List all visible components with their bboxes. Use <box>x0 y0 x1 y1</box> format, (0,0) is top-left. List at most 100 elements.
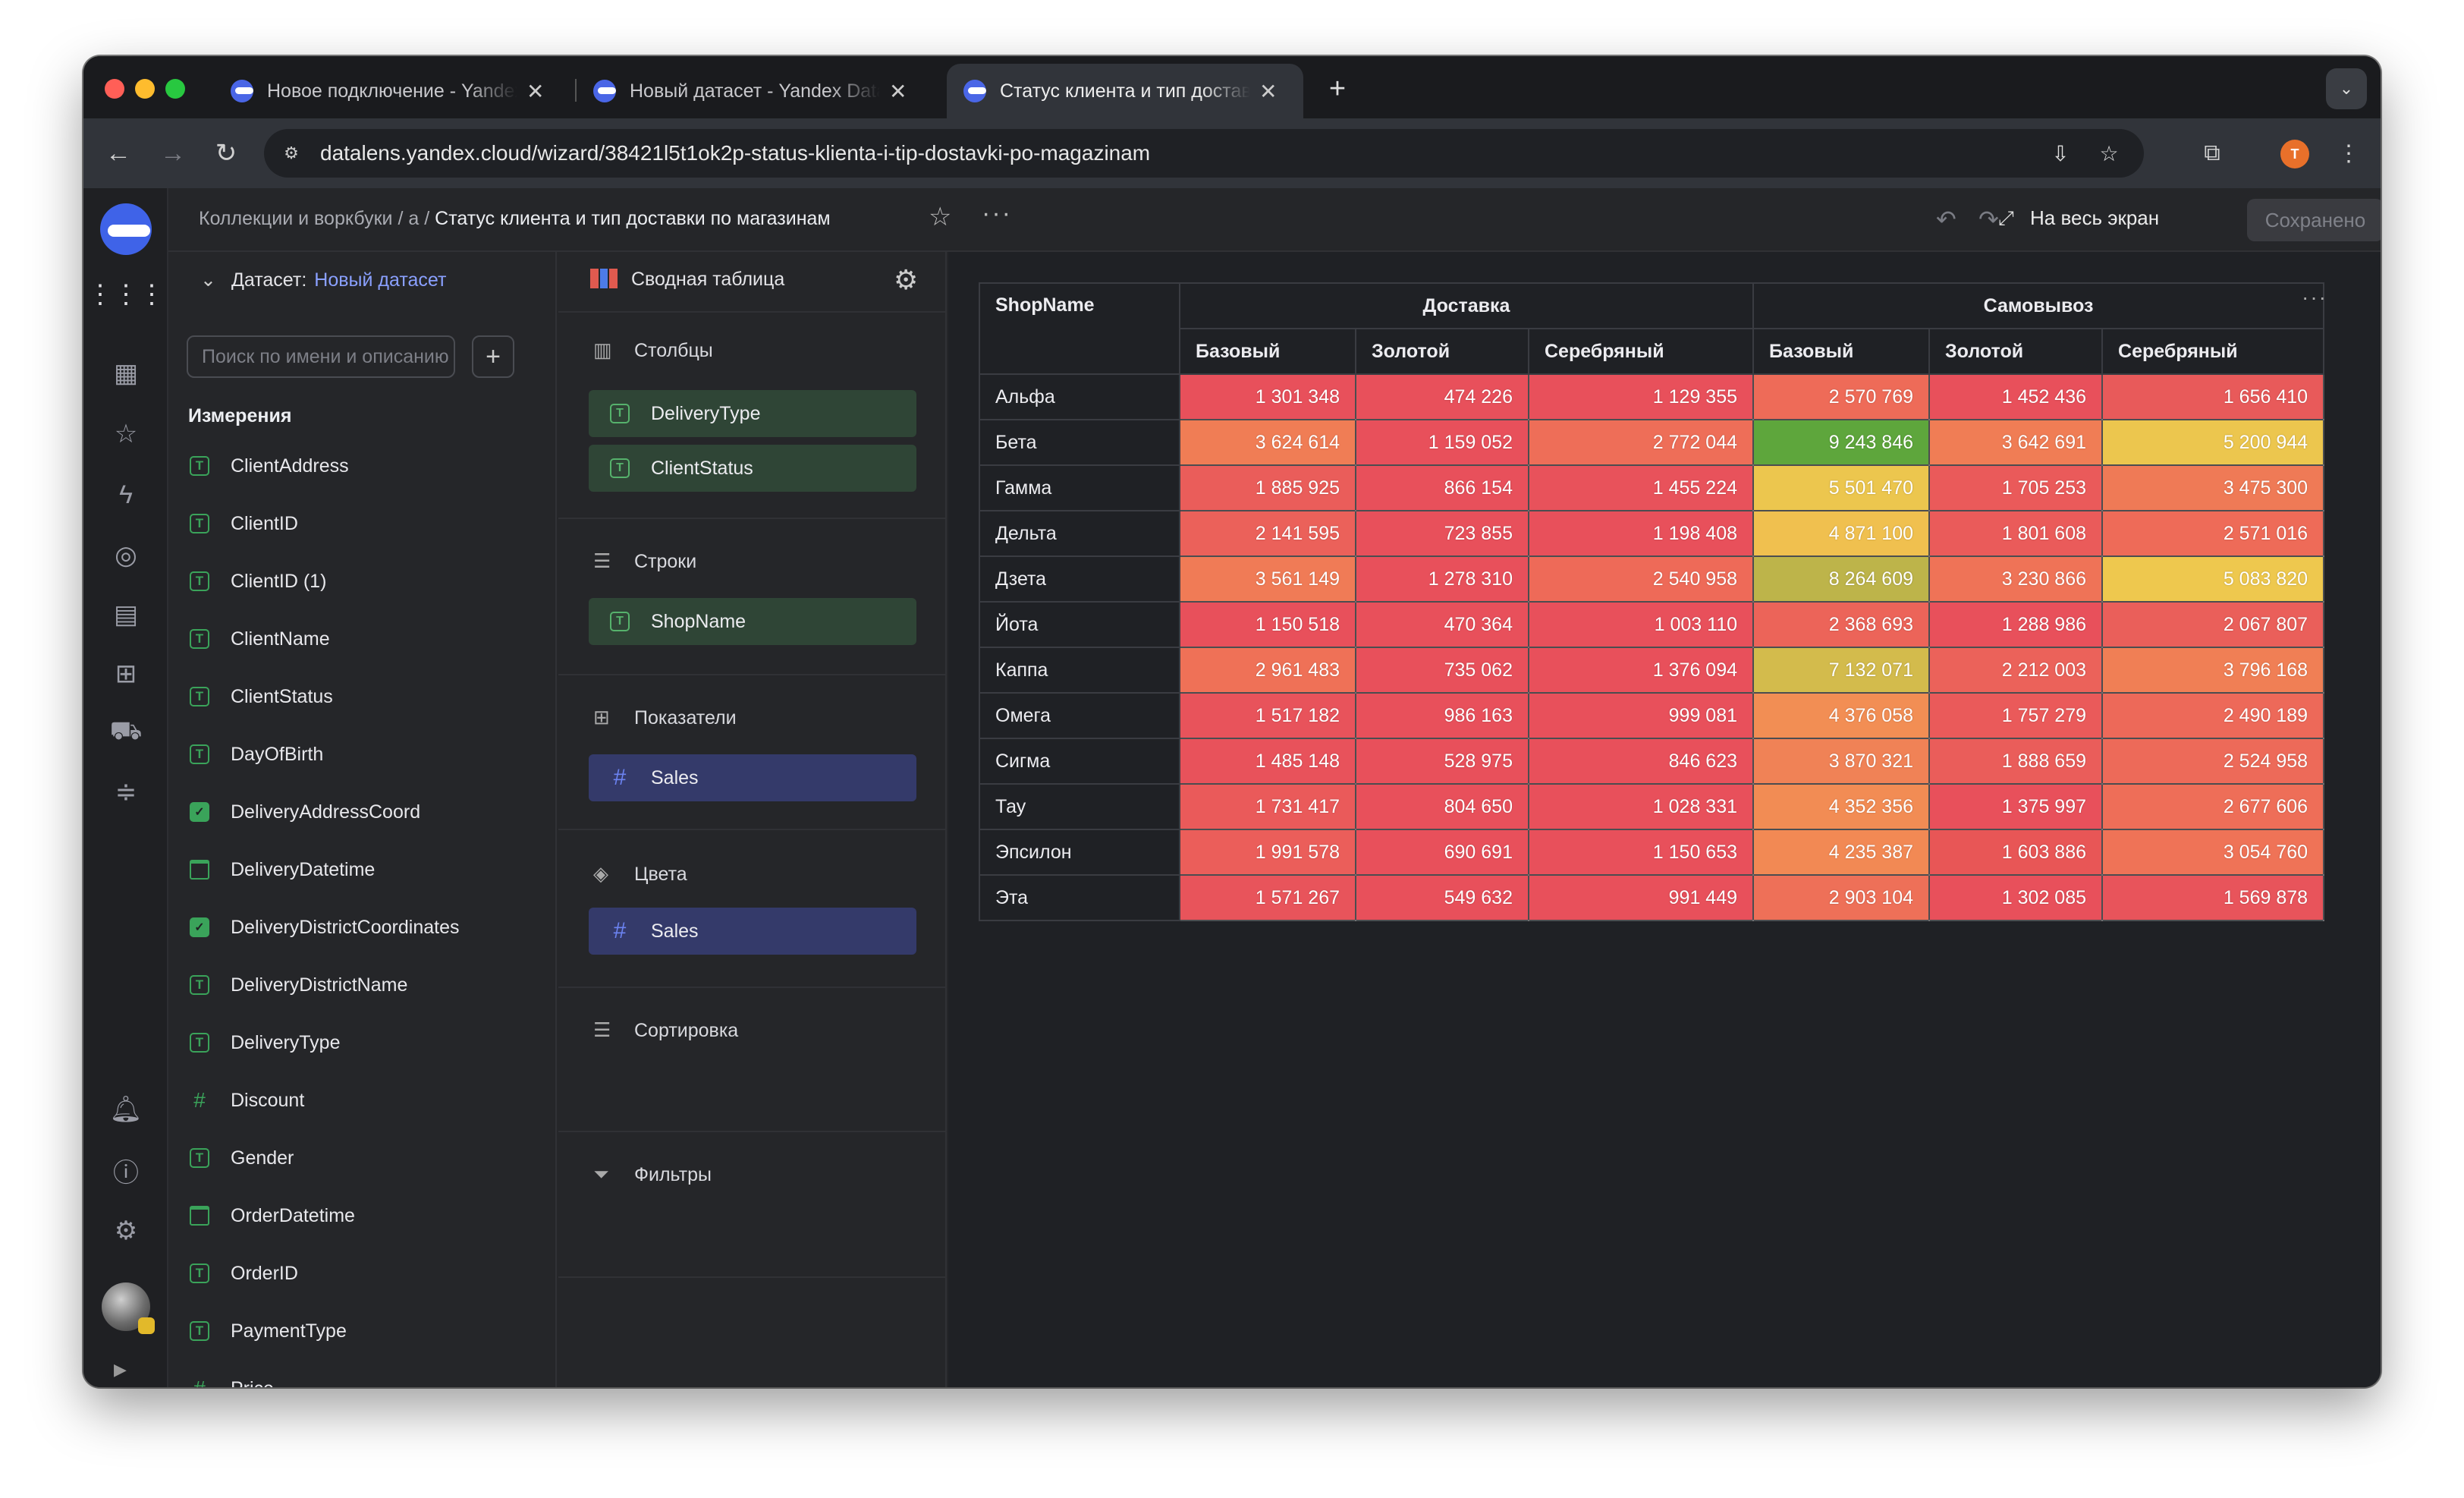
close-tab-icon[interactable]: ✕ <box>526 79 544 104</box>
datalens-logo-icon[interactable] <box>100 203 152 255</box>
color-field-pill[interactable]: # Sales <box>589 908 916 955</box>
subcolumn-header[interactable]: Базовый <box>1752 328 1931 375</box>
extensions-icon[interactable]: ⧉ <box>2195 137 2229 170</box>
back-button[interactable]: ← <box>102 137 135 170</box>
browser-menu-icon[interactable]: ⋮ <box>2332 137 2365 170</box>
sales-value-cell: 8 264 609 <box>1752 555 1931 603</box>
datasets-icon[interactable]: ◎ <box>106 536 146 575</box>
favorites-star-icon[interactable]: ☆ <box>106 414 146 454</box>
group-header-pickup[interactable]: Самовывоз <box>1752 282 2325 329</box>
text-type-icon: T <box>190 629 209 649</box>
filters-section[interactable]: ⏷ Фильтры <box>558 1131 945 1275</box>
dataset-field-item[interactable]: T DayOfBirth <box>190 725 523 783</box>
sort-section[interactable]: ☰ Сортировка <box>558 987 945 1129</box>
zoom-window-button[interactable] <box>165 79 185 99</box>
browser-tab-active[interactable]: Статус клиента и тип доставки по магазин… <box>947 64 1303 118</box>
dataset-field-item[interactable]: DeliveryDatetime <box>190 841 523 898</box>
visualization-type-selector[interactable]: Сводная таблица <box>590 269 784 291</box>
dashboards-icon[interactable]: ⊞ <box>106 654 146 694</box>
expand-nav-icon[interactable]: ▶ <box>114 1360 127 1380</box>
undo-icon[interactable]: ↶ <box>1936 205 1956 234</box>
close-tab-icon[interactable]: ✕ <box>889 79 907 104</box>
empty-section <box>558 1276 945 1387</box>
text-type-icon: T <box>190 1264 209 1283</box>
subcolumn-header[interactable]: Золотой <box>1355 328 1529 375</box>
user-avatar[interactable] <box>102 1282 155 1334</box>
dataset-field-item[interactable]: T DeliveryDistrictName <box>190 956 523 1014</box>
dataset-field-item[interactable]: OrderDatetime <box>190 1187 523 1245</box>
close-tab-icon[interactable]: ✕ <box>1259 79 1277 104</box>
sales-value-cell: 2 570 769 <box>1752 373 1931 420</box>
dataset-field-item[interactable]: # Price <box>190 1360 523 1387</box>
profile-avatar[interactable]: T <box>2280 140 2309 168</box>
browser-tab[interactable]: Новый датасет - Yandex DataLens ✕ <box>577 64 926 118</box>
fullscreen-button[interactable]: ⤢ На весь экран <box>1998 206 2159 231</box>
add-field-button[interactable]: + <box>472 335 514 378</box>
browser-tab[interactable]: Новое подключение - Yandex DataLens ✕ <box>214 64 563 118</box>
dataset-field-item[interactable]: T ClientStatus <box>190 668 523 725</box>
breadcrumb-folder[interactable]: а <box>408 208 419 229</box>
sales-value-cell: 5 083 820 <box>2101 555 2325 603</box>
sales-value-cell: 1 485 148 <box>1179 738 1356 785</box>
sales-value-cell: 2 141 595 <box>1179 510 1356 557</box>
redo-icon[interactable]: ↷ <box>1978 205 1999 234</box>
field-search-input[interactable]: Поиск по имени и описанию <box>187 335 455 378</box>
group-header-delivery[interactable]: Доставка <box>1178 282 1755 329</box>
address-bar[interactable]: ⚙ datalens.yandex.cloud/wizard/38421l5t1… <box>264 129 2144 178</box>
marketplace-cart-icon[interactable]: ⛟ <box>106 713 146 753</box>
row-field-pill[interactable]: T ShopName <box>589 598 916 645</box>
row-header-shopname[interactable]: ShopName <box>979 282 1180 375</box>
notifications-bell-icon[interactable]: 🔔︎ <box>106 1090 146 1129</box>
subcolumn-header[interactable]: Золотой <box>1928 328 2104 375</box>
field-name: DayOfBirth <box>231 743 324 765</box>
dataset-field-item[interactable]: ✓ DeliveryDistrictCoordinates <box>190 898 523 956</box>
new-tab-button[interactable]: + <box>1318 70 1356 108</box>
shop-name-cell: Сигма <box>979 738 1180 785</box>
chart-settings-gear-icon[interactable]: ⚙ <box>894 264 918 296</box>
field-name: Gender <box>231 1147 294 1169</box>
dataset-field-item[interactable]: T OrderID <box>190 1245 523 1302</box>
forward-button[interactable]: → <box>156 137 190 170</box>
site-info-icon[interactable]: ⚙ <box>278 140 305 167</box>
tab-title: Новое подключение - Yandex DataLens <box>267 80 517 102</box>
dataset-field-item[interactable]: T ClientName <box>190 610 523 668</box>
measure-field-pill[interactable]: # Sales <box>589 754 916 801</box>
reload-button[interactable]: ↻ <box>209 137 243 170</box>
dataset-field-item[interactable]: T ClientID (1) <box>190 552 523 610</box>
column-field-pill[interactable]: T ClientStatus <box>589 445 916 492</box>
bookmark-star-icon[interactable]: ☆ <box>2095 140 2123 167</box>
charts-icon[interactable]: ▤ <box>106 595 146 634</box>
tab-search-button[interactable]: ⌄ <box>2326 68 2367 109</box>
minimize-window-button[interactable] <box>135 79 155 99</box>
saved-button[interactable]: Сохранено <box>2247 199 2381 241</box>
table-more-actions-icon[interactable]: ··· <box>2302 285 2327 310</box>
subcolumn-header[interactable]: Серебряный <box>2101 328 2325 375</box>
help-icon[interactable]: ⓘ <box>106 1150 146 1190</box>
dataset-field-item[interactable]: T ClientAddress <box>190 437 523 495</box>
sales-value-cell: 2 961 483 <box>1179 647 1356 694</box>
dimensions-title: Измерения <box>188 405 292 426</box>
settings-gear-icon[interactable]: ⚙ <box>106 1211 146 1251</box>
breadcrumb-root[interactable]: Коллекции и воркбуки <box>199 208 393 229</box>
close-window-button[interactable] <box>105 79 124 99</box>
dataset-field-item[interactable]: # Discount <box>190 1072 523 1129</box>
dataset-field-item[interactable]: T DeliveryType <box>190 1014 523 1072</box>
connections-icon[interactable]: ϟ <box>106 475 146 515</box>
column-field-pill[interactable]: T DeliveryType <box>589 390 916 437</box>
dataset-field-item[interactable]: T PaymentType <box>190 1302 523 1360</box>
dataset-field-item[interactable]: T Gender <box>190 1129 523 1187</box>
settings-sliders-icon[interactable]: ≑ <box>106 773 146 812</box>
sales-value-cell: 1 569 878 <box>2101 874 2325 921</box>
subcolumn-header[interactable]: Серебряный <box>1527 328 1755 375</box>
subcolumn-header[interactable]: Базовый <box>1179 328 1356 375</box>
dataset-field-item[interactable]: ✓ DeliveryAddressCoord <box>190 783 523 841</box>
favorite-star-icon[interactable]: ☆ <box>929 202 951 232</box>
more-actions-icon[interactable]: ··· <box>982 199 1012 228</box>
filters-title: ⏷ Фильтры <box>593 1163 712 1185</box>
dataset-name-link[interactable]: Новый датасет <box>314 269 446 291</box>
all-services-icon[interactable]: ⋮⋮⋮ <box>87 275 165 314</box>
dataset-selector[interactable]: ⌄ Датасет: Новый датасет <box>200 269 446 291</box>
collections-icon[interactable]: ▦ <box>106 354 146 393</box>
dataset-field-item[interactable]: T ClientID <box>190 495 523 552</box>
install-app-icon[interactable]: ⇩ <box>2047 140 2074 167</box>
